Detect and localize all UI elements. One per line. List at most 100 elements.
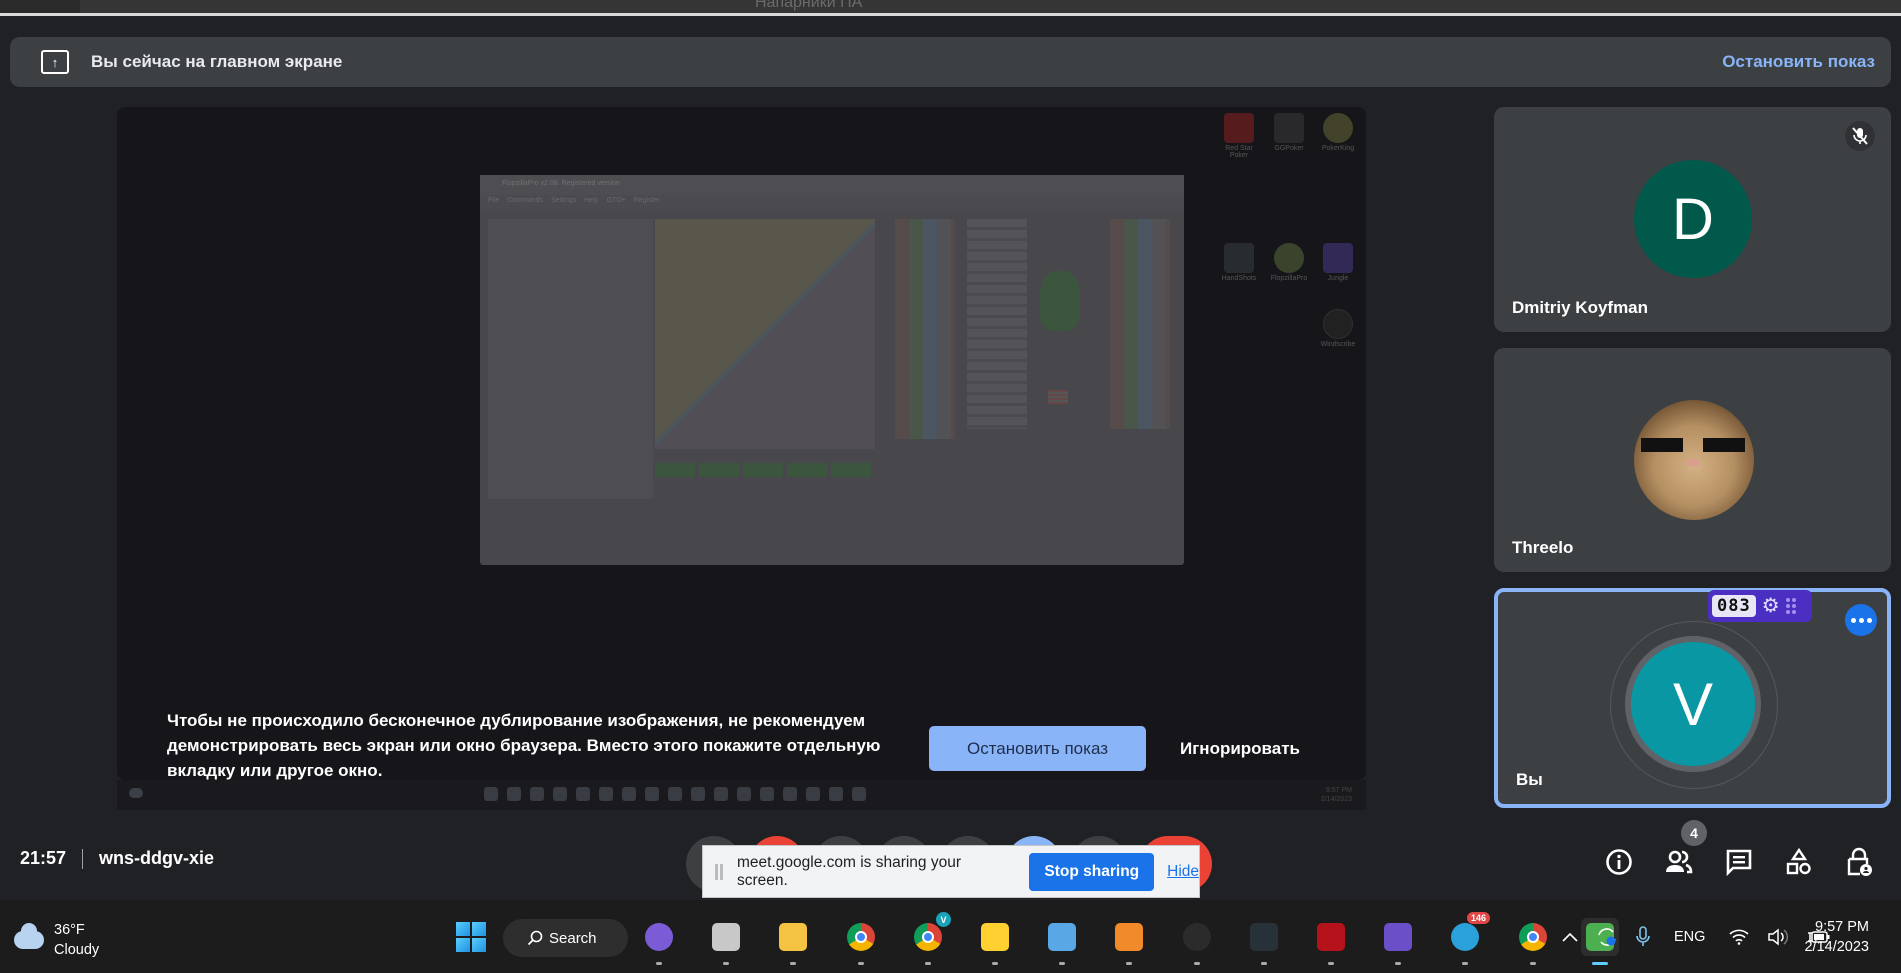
running-indicator (723, 962, 729, 965)
chrome-profile-1-icon (847, 923, 875, 951)
miro-icon (981, 923, 1009, 951)
taskbar-app-meet[interactable] (640, 918, 678, 965)
shared-screen-taskbar: 9:57 PM 2/14/2023 (117, 780, 1366, 810)
host-controls-button[interactable] (1842, 845, 1876, 879)
taskbar-app-chrome-profile-v[interactable]: V (909, 912, 951, 965)
warning-ignore-button[interactable]: Игнорировать (1180, 726, 1300, 771)
taskbar-search[interactable]: Search (503, 919, 628, 957)
pokerking-icon (1323, 113, 1353, 143)
running-indicator (858, 962, 864, 965)
board-cards (895, 219, 955, 439)
taskbar-app-jungle[interactable] (1379, 918, 1417, 965)
counter-extension-widget[interactable]: 083 ⚙ (1708, 590, 1812, 622)
jungle-icon (1323, 243, 1353, 273)
taskbar-app-miro[interactable] (976, 918, 1014, 965)
windscribe-icon (1323, 309, 1353, 339)
inner-clock: 9:57 PM 2/14/2023 (1320, 787, 1352, 803)
taskbar-app-handshots[interactable] (1245, 918, 1283, 965)
present-screen-icon: ↑ (41, 50, 69, 74)
running-indicator (1328, 962, 1334, 965)
jungle-icon (1384, 923, 1412, 951)
taskbar-app-clock[interactable] (707, 918, 745, 965)
running-indicator (790, 962, 796, 965)
activities-button[interactable] (1782, 845, 1816, 879)
drag-grip-icon[interactable] (715, 863, 723, 880)
people-count-badge: 4 (1681, 820, 1707, 846)
red-star-poker-icon (1317, 923, 1345, 951)
running-indicator (1530, 962, 1536, 965)
desktop-icon-label: FlopzillaPro (1270, 275, 1308, 282)
notification-badge: 146 (1466, 912, 1490, 924)
chrome-profile-v-icon (914, 923, 942, 951)
taskbar-app-red-star-poker[interactable] (1312, 918, 1350, 965)
participant-name: Dmitriy Koyfman (1512, 298, 1649, 317)
running-indicator (992, 962, 998, 965)
participant-tile[interactable]: Threelo (1494, 348, 1891, 572)
chat-icon (1726, 849, 1752, 876)
running-indicator (1261, 962, 1267, 965)
info-icon (1606, 849, 1632, 875)
weather-widget[interactable]: 36°F Cloudy (14, 920, 99, 960)
search-icon (527, 930, 543, 946)
running-indicator (1395, 962, 1401, 965)
taskbar-app-telegram[interactable]: 146 (1446, 912, 1490, 965)
more-options-button[interactable] (1845, 604, 1877, 636)
screen-sharing-infobar: meet.google.com is sharing your screen. … (702, 845, 1200, 898)
taskbar-app-chrome-profile-1[interactable] (842, 918, 880, 965)
running-indicator (1126, 962, 1132, 965)
notepad-icon (1048, 923, 1076, 951)
action-buttons (655, 463, 875, 477)
running-indicator (1194, 962, 1200, 965)
chat-button[interactable] (1722, 845, 1756, 879)
volume-icon[interactable] (1767, 928, 1789, 946)
taskbar-app-chrome[interactable] (1514, 918, 1552, 965)
hand-stats-list (967, 219, 1027, 429)
flopzilla-mascot (1040, 271, 1080, 331)
clock-date: 2/14/2023 (1804, 939, 1869, 955)
meeting-code: wns-ddgv-xie (99, 848, 215, 868)
taskbar-app-notepad[interactable] (1043, 918, 1081, 965)
warning-message: Чтобы не происходило бесконечное дублиро… (167, 711, 881, 780)
taskbar-app-windscribe[interactable] (1178, 918, 1216, 965)
meeting-time: 21:57 (20, 848, 67, 868)
microphone-icon[interactable] (1636, 926, 1650, 948)
inner-weather-icon (129, 788, 143, 798)
gear-icon[interactable]: ⚙ (1762, 596, 1780, 616)
running-indicator (1592, 962, 1608, 965)
flopzilla-window: FlopzillaPro v2.08. Registered version F… (480, 175, 1184, 565)
presenting-banner: ↑ Вы сейчас на главном экране Остановить… (10, 37, 1891, 87)
running-indicator (1059, 962, 1065, 965)
desktop-icon-label: Jungle (1327, 275, 1349, 282)
meeting-info: 21:57 wns-ddgv-xie (20, 848, 214, 869)
menu-item: Register (633, 197, 660, 204)
system-clock[interactable]: 9:57 PM 2/14/2023 (1804, 917, 1869, 957)
taskbar-app-file-explorer[interactable] (774, 918, 812, 965)
infinite-mirror-warning: Чтобы не происходило бесконечное дублиро… (117, 700, 1366, 780)
clock-time: 9:57 PM (1815, 919, 1869, 935)
inner-taskbar-apps (484, 787, 866, 801)
start-button[interactable] (456, 922, 486, 952)
hide-link[interactable]: Hide (1167, 863, 1199, 881)
people-button[interactable] (1662, 845, 1696, 879)
drag-handle-icon[interactable] (1785, 598, 1796, 614)
banner-text: Вы сейчас на главном экране (91, 52, 343, 71)
sync-icon[interactable] (1596, 926, 1618, 948)
windows-taskbar: 36°F Cloudy Search V 146 ENG 9:57 PM 2/14… (0, 900, 1901, 973)
stop-sharing-button[interactable]: Stop sharing (1029, 852, 1155, 891)
meeting-details-button[interactable] (1602, 845, 1636, 879)
wifi-icon[interactable] (1729, 929, 1749, 945)
desktop-icon-label: GGPoker (1274, 145, 1304, 152)
weather-condition: Cloudy (54, 942, 100, 958)
windscribe-icon (1183, 923, 1211, 951)
self-tile[interactable]: 083 ⚙ V Вы (1494, 588, 1891, 808)
notification-badge: V (936, 912, 951, 927)
taskbar-app-pdf[interactable] (1110, 918, 1148, 965)
cloud-icon (14, 923, 44, 949)
mic-off-icon (1845, 121, 1875, 151)
stop-presenting-link[interactable]: Остановить показ (1722, 52, 1875, 72)
weather-temp: 36°F (54, 922, 85, 938)
language-indicator[interactable]: ENG (1674, 929, 1705, 945)
warning-stop-sharing-button[interactable]: Остановить показ (929, 726, 1146, 771)
participant-tile[interactable]: D Dmitriy Koyfman (1494, 107, 1891, 332)
chevron-up-icon[interactable] (1562, 932, 1578, 942)
